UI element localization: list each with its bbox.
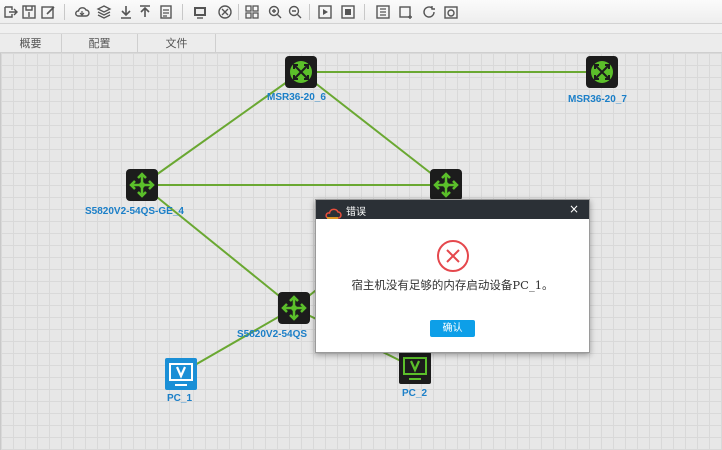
tab-files[interactable]: 文件 bbox=[138, 34, 216, 53]
dialog-message: 宿主机没有足够的内存启动设备PC_1。 bbox=[351, 278, 554, 292]
edit-icon[interactable] bbox=[39, 3, 57, 21]
link-r6-shidden bbox=[300, 71, 447, 186]
dialog-title-bar[interactable]: 错误 × bbox=[316, 200, 589, 219]
close-button[interactable]: × bbox=[569, 201, 579, 217]
save-icon[interactable] bbox=[20, 3, 38, 21]
settings-circle-icon[interactable] bbox=[216, 3, 234, 21]
pc-icon bbox=[165, 358, 197, 390]
upload-icon[interactable] bbox=[136, 3, 154, 21]
device-label: PC_2 bbox=[402, 388, 428, 399]
error-dialog: 错误 × 宿主机没有足够的内存启动设备PC_1。 确认 bbox=[315, 199, 590, 353]
tab-bar: 概要 配置 文件 bbox=[0, 33, 722, 53]
toolbar-separator bbox=[364, 4, 365, 20]
toolbar-separator bbox=[182, 4, 183, 20]
refresh-icon[interactable] bbox=[420, 3, 438, 21]
device-label: S5820V2-54QS bbox=[237, 329, 308, 340]
link-s4-s5 bbox=[141, 184, 295, 309]
screen-icon[interactable] bbox=[191, 3, 209, 21]
cloud-logo-icon bbox=[324, 204, 342, 223]
router-icon bbox=[285, 56, 317, 88]
confirm-button[interactable]: 确认 bbox=[430, 320, 475, 337]
export-icon[interactable] bbox=[2, 3, 20, 21]
list-icon[interactable] bbox=[374, 3, 392, 21]
layers-icon[interactable] bbox=[95, 3, 113, 21]
toolbar bbox=[0, 0, 722, 24]
router-icon bbox=[586, 56, 618, 88]
tab-overview[interactable]: 概要 bbox=[0, 34, 62, 53]
device-label: S5820V2-54QS-GE_4 bbox=[85, 206, 184, 217]
pc-icon bbox=[399, 352, 431, 384]
document-icon[interactable] bbox=[157, 3, 175, 21]
toolbar-separator bbox=[64, 4, 65, 20]
switch-icon bbox=[278, 292, 310, 324]
device-label: MSR36-20_6 bbox=[267, 92, 326, 103]
error-icon bbox=[435, 238, 471, 278]
download-icon[interactable] bbox=[117, 3, 135, 21]
stop-icon[interactable] bbox=[339, 3, 357, 21]
tab-config[interactable]: 配置 bbox=[62, 34, 138, 53]
grid-icon[interactable] bbox=[243, 3, 261, 21]
switch-icon bbox=[430, 169, 462, 201]
toolbar-separator bbox=[238, 4, 239, 20]
dialog-title: 错误 bbox=[346, 207, 366, 218]
device-label: PC_1 bbox=[167, 393, 193, 404]
play-icon[interactable] bbox=[316, 3, 334, 21]
toolbar-separator bbox=[309, 4, 310, 20]
cloud-icon[interactable] bbox=[73, 3, 91, 21]
camera-icon[interactable] bbox=[442, 3, 460, 21]
switch-icon bbox=[126, 169, 158, 201]
zoom-in-icon[interactable] bbox=[266, 3, 284, 21]
add-window-icon[interactable] bbox=[397, 3, 415, 21]
zoom-out-icon[interactable] bbox=[286, 3, 304, 21]
device-label: MSR36-20_7 bbox=[568, 94, 627, 105]
link-r6-s4 bbox=[141, 71, 302, 186]
